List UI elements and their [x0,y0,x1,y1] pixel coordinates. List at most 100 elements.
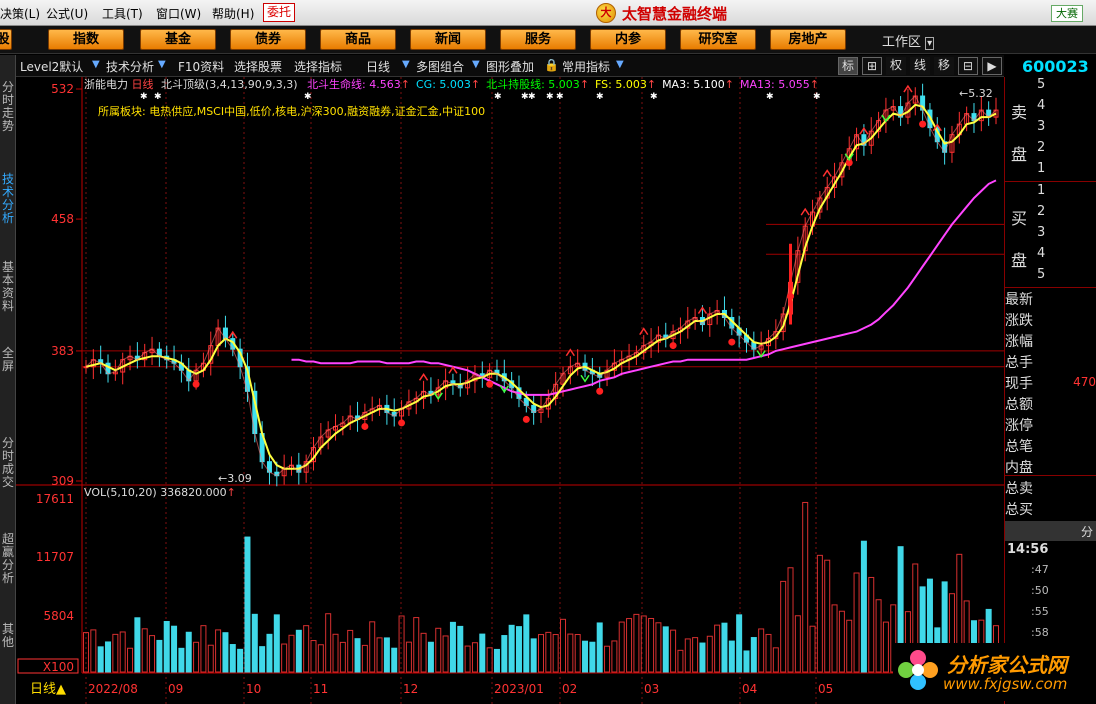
workarea-label[interactable]: 工作区 ▾ [882,31,935,50]
sell-dot [398,419,406,427]
volume-bar [134,617,141,673]
menu-formula[interactable]: 公式(U) [46,5,88,22]
xianshou-value: 470 [1073,375,1096,389]
high-value: 5.32 [968,87,993,100]
sell-dot [361,422,369,430]
x-label: 05 [818,682,833,696]
tb-tech-dropdown-icon[interactable]: ▼ [158,59,166,70]
nav-service[interactable]: 服务 [500,29,576,50]
buy-label-2: 盘 [1011,251,1028,270]
title-param: MA3: 5.100 [662,78,725,91]
volume-bar [662,626,669,673]
volume-bar [596,622,603,673]
volume-bar [354,638,361,673]
tb-common[interactable]: 常用指标 [562,58,610,75]
volume-bar [244,536,251,673]
sell-level: 5 [1037,77,1046,92]
volume-bar [171,625,178,673]
mark-icon[interactable]: 标 [838,57,858,75]
sell-level: 1 [1037,161,1046,176]
volume-bar [721,622,728,673]
chart-area[interactable]: 532 458 383 309 17611 11707 5804 X100 2022/08 0… [16,77,1004,704]
param-arrow-icon: ↑ [810,78,819,91]
field-label: 涨幅 [1005,334,1033,350]
tb-daily-dropdown-icon[interactable]: ▼ [402,59,410,70]
play-icon[interactable]: ▶ [982,57,1002,75]
grid-icon[interactable]: ⊞ [862,57,882,75]
title-stock: 浙能电力 [84,77,128,91]
nav-bond[interactable]: 债券 [230,29,306,50]
vol-title: VOL(5,10,20) 336820.000↑ [84,486,236,499]
nav-realestate[interactable]: 房地产 [770,29,846,50]
field-label: 最新 [1005,292,1033,308]
move-icon[interactable]: 移 [934,57,954,75]
tb-tech[interactable]: 技术分析 [106,58,154,75]
field-label: 总手 [1005,355,1033,371]
field-label: 现手 [1005,376,1033,392]
window-icon[interactable]: ⊟ [958,57,978,75]
tab-tech[interactable]: 技术分析 [1,173,15,225]
menu-jue[interactable]: 决策(L) [0,5,40,22]
fenshi-bar[interactable]: 分 [1005,521,1096,541]
menu-window[interactable]: 窗口(W) [156,5,201,22]
tb-level2[interactable]: Level2默认 [20,58,83,75]
menu-help[interactable]: 帮助(H) [212,5,254,22]
tb-f10[interactable]: F10资料 [178,58,224,75]
nav-research[interactable]: 研究室 [680,29,756,50]
sell-level: 3 [1037,119,1046,134]
tick-time-label: :50 [1031,584,1049,597]
buy-label: 买 [1011,209,1028,228]
lock-icon[interactable]: 🔒 [544,58,559,72]
tab-fenshi[interactable]: 分时走势 [1,81,15,133]
sell-dot [192,380,200,388]
tab-fenshi-deal[interactable]: 分时成交 [1,437,15,489]
x-label: 09 [168,682,183,696]
line-icon[interactable]: 线 [910,57,930,75]
volume-bar [237,648,244,673]
title-param: FS: 5.003 [595,78,647,91]
volume-bar [743,650,750,673]
tab-basic[interactable]: 基本资料 [1,261,15,313]
rights-icon[interactable]: 权 [886,57,906,75]
x-label: 11 [313,682,328,696]
x-label: 10 [246,682,261,696]
volume-bar [229,644,236,673]
watermark-url: www.fxjgsw.com [943,675,1068,693]
tab-super[interactable]: 超赢分析 [1,533,15,585]
volume-bar [222,632,229,673]
nav-news[interactable]: 新闻 [410,29,486,50]
volume-bar [860,540,867,673]
tb-select-stock[interactable]: 选择股票 [234,58,282,75]
nav-index[interactable]: 指数 [48,29,124,50]
flower-logo-icon [898,650,938,690]
tb-level2-dropdown-icon[interactable]: ▼ [92,59,100,70]
dasai-button[interactable]: 大赛 [1051,5,1083,22]
nav-stock[interactable]: 股 [0,29,12,50]
param-arrow-icon: ↑ [401,78,410,91]
menu-tools[interactable]: 工具(T) [102,5,143,22]
tb-multi[interactable]: 多图组合 [416,58,464,75]
star-mark: ✱ [304,92,312,102]
sector-line: 所属板块: 电热供应,MSCI中国,低价,核电,沪深300,融资融券,证金汇金,… [98,104,485,118]
tab-fullscreen[interactable]: 全屏 [1,347,15,373]
field-label: 总卖 [1005,481,1033,497]
workarea-toggle-icon[interactable]: ▾ [925,37,935,50]
weituo-button[interactable]: 委托 [263,3,295,22]
tab-other[interactable]: 其他 [1,623,15,649]
nav-commodity[interactable]: 商品 [320,29,396,50]
volume-bar [750,637,757,673]
sell-label: 卖 [1011,103,1028,122]
tb-multi-dropdown-icon[interactable]: ▼ [472,59,480,70]
sell-dot [522,415,530,423]
tb-overlay[interactable]: 图形叠加 [486,58,534,75]
tb-common-dropdown-icon[interactable]: ▼ [616,59,624,70]
period-switch[interactable]: 日线▲ [30,682,66,697]
nav-neican[interactable]: 内参 [590,29,666,50]
tb-select-indicator[interactable]: 选择指标 [294,58,342,75]
volume-bar [736,614,743,673]
tb-daily[interactable]: 日线 [366,58,390,75]
nav-fund[interactable]: 基金 [140,29,216,50]
y-tick-label: 309 [51,474,74,488]
high-annotation: ←5.32 [959,87,993,100]
volume-bar [728,640,735,673]
